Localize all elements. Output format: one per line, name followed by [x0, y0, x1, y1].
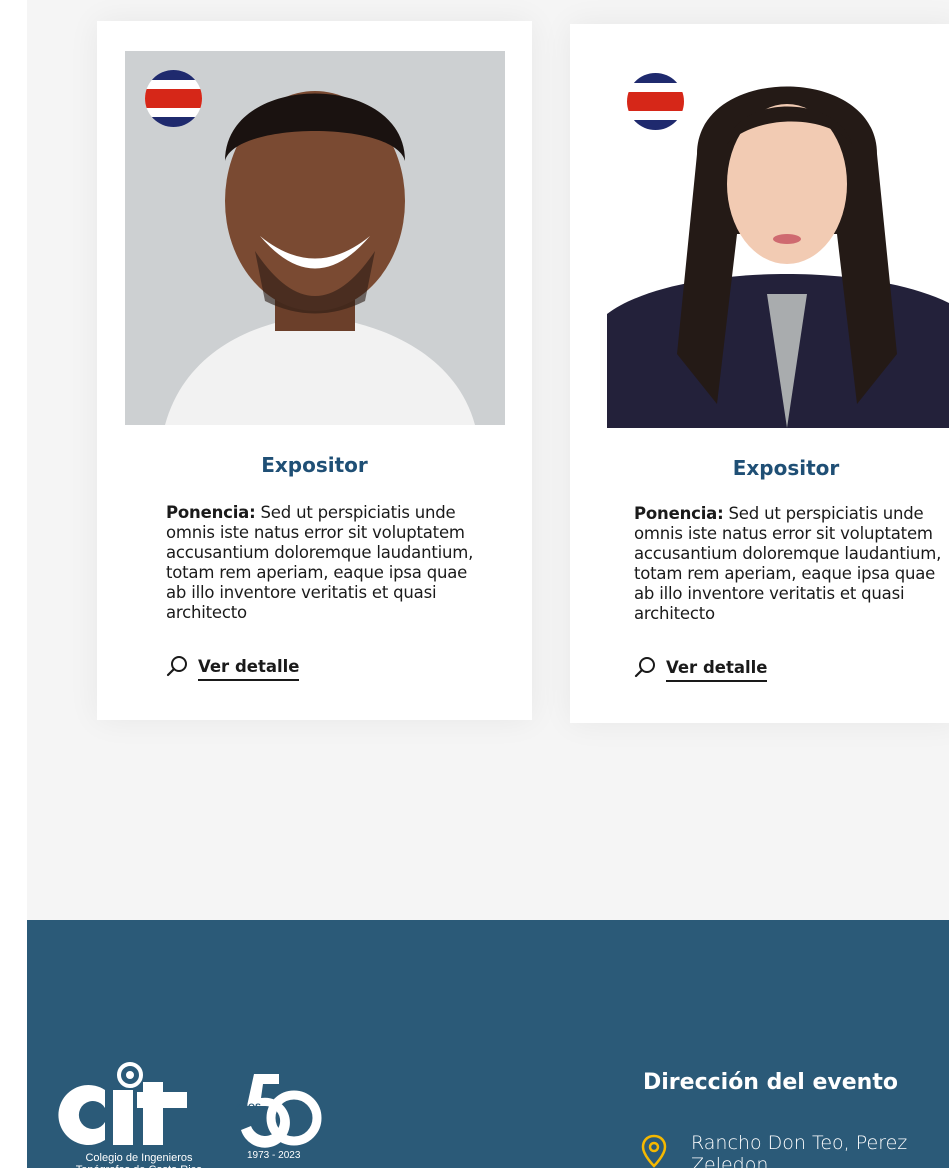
search-icon: [166, 655, 188, 682]
talk-label: Ponencia:: [634, 504, 724, 523]
page: Expositor Ponencia: Sed ut perspiciatis …: [0, 0, 949, 1168]
cit-logo: AÑOS Colegio de Ingenieros Topógrafos de…: [49, 1040, 329, 1168]
speaker-photo: [607, 54, 949, 428]
logo-caption: Colegio de Ingenieros Topógrafos de Cost…: [76, 1152, 203, 1168]
speaker-card: Expositor Ponencia: Sed ut perspiciatis …: [570, 24, 949, 723]
speaker-card: Expositor Ponencia: Sed ut perspiciatis …: [97, 21, 532, 720]
speaker-role: Expositor: [261, 453, 368, 477]
view-detail-link[interactable]: Ver detalle: [166, 655, 300, 682]
talk-label: Ponencia:: [166, 503, 256, 522]
event-address: Rancho Don Teo, Perez Zeledon: [691, 1132, 908, 1168]
location-pin-icon: [641, 1134, 667, 1168]
logo-years: 1973 - 2023: [247, 1150, 301, 1161]
footer: AÑOS Colegio de Ingenieros Topógrafos de…: [27, 920, 949, 1168]
anniversary-label: AÑOS: [235, 1102, 262, 1112]
speaker-photo: [125, 51, 505, 425]
view-detail-link[interactable]: Ver detalle: [634, 656, 768, 683]
costa-rica-flag-icon: [145, 70, 202, 127]
speaker-talk: Ponencia: Sed ut perspiciatis unde omnis…: [166, 503, 486, 623]
speaker-talk: Ponencia: Sed ut perspiciatis unde omnis…: [634, 504, 949, 624]
costa-rica-flag-icon: [627, 73, 684, 130]
view-detail-label[interactable]: Ver detalle: [198, 657, 300, 681]
view-detail-label[interactable]: Ver detalle: [666, 658, 768, 682]
speaker-role: Expositor: [732, 456, 840, 480]
event-address-title: Dirección del evento: [643, 1070, 898, 1095]
search-icon: [634, 656, 656, 683]
